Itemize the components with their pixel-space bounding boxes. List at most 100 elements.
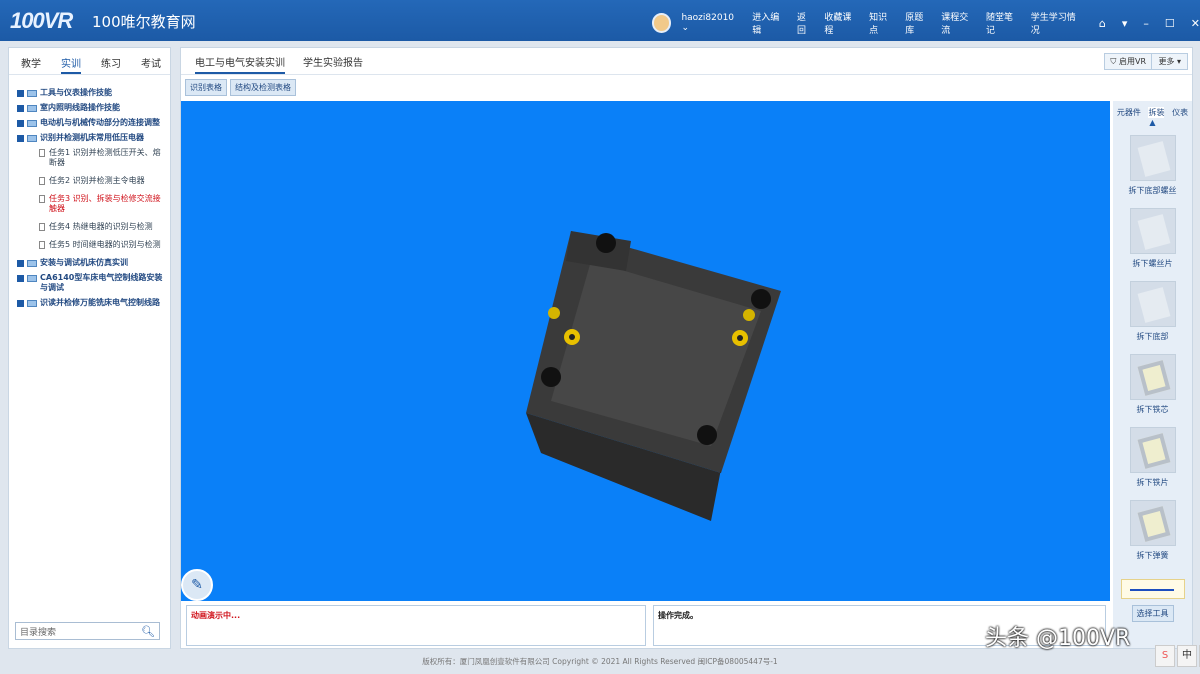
step-label: 拆下螺丝片: [1132, 259, 1173, 268]
enable-vr-button[interactable]: ⛉ 启用VR: [1104, 53, 1152, 70]
step-item[interactable]: 拆下螺丝片: [1113, 208, 1192, 269]
expand-icon[interactable]: [17, 105, 24, 112]
tree-node-label: 室内照明线路操作技能: [40, 103, 120, 112]
step-label: 拆下底部: [1136, 332, 1169, 341]
document-icon: [39, 149, 45, 157]
step-label: 拆下底部螺丝: [1128, 186, 1177, 195]
nav-questions[interactable]: 原题库: [905, 10, 931, 36]
step-item[interactable]: 拆下底部螺丝: [1113, 135, 1192, 196]
expand-icon[interactable]: [17, 300, 24, 307]
tree-node-label: 工具与仪表操作技能: [40, 88, 112, 97]
tree-node[interactable]: 识读并检修万能铣床电气控制线路: [17, 298, 164, 308]
dropdown-icon[interactable]: ▾: [1122, 17, 1128, 30]
side-tab-meters[interactable]: 仪表: [1172, 107, 1188, 118]
sogou-icon[interactable]: S: [1155, 645, 1175, 667]
side-tab-components[interactable]: 元器件: [1117, 107, 1141, 118]
expand-icon[interactable]: [17, 120, 24, 127]
step-item[interactable]: 拆下铁芯: [1113, 354, 1192, 415]
chinese-mode-icon[interactable]: 中: [1177, 645, 1197, 667]
nav-discussion[interactable]: 课程交流: [941, 10, 976, 36]
tree-node-label: 电动机与机械传动部分的连接调整: [40, 118, 160, 127]
vr-label: 启用VR: [1118, 57, 1146, 66]
step-thumbnail: [1129, 354, 1176, 400]
collapse-icon[interactable]: [17, 135, 24, 142]
step-label: 拆下弹簧: [1136, 551, 1169, 560]
footer-copyright: 版权所有：厦门凤凰创壹软件有限公司 Copyright © 2021 All R…: [422, 657, 778, 666]
step-item[interactable]: 拆下弹簧: [1113, 500, 1192, 561]
tab-teaching[interactable]: 教学: [21, 55, 41, 74]
side-tab-disassembly[interactable]: 拆装: [1148, 107, 1165, 118]
tree-leaf[interactable]: 任务1 识别并检测低压开关、熔断器: [39, 148, 164, 168]
course-tree: 工具与仪表操作技能 室内照明线路操作技能 电动机与机械传动部分的连接调整 识别并…: [9, 75, 170, 308]
tab-practice[interactable]: 练习: [101, 55, 121, 74]
step-item[interactable]: 拆下底部: [1113, 281, 1192, 342]
tree-leaf[interactable]: 任务4 热继电器的识别与检测: [39, 222, 164, 232]
document-icon: [39, 177, 45, 185]
maximize-icon[interactable]: ☐: [1165, 17, 1175, 30]
expand-icon[interactable]: [17, 260, 24, 267]
step-thumbnail: [1129, 281, 1176, 327]
nav-notes[interactable]: 随堂笔记: [986, 10, 1021, 36]
site-name: 100唯尔教育网: [92, 13, 196, 31]
tree-leaf[interactable]: 任务2 识别并检测主令电器: [39, 176, 164, 186]
nav-edit[interactable]: 进入编辑: [752, 10, 787, 36]
tree-leaf-label: 任务5 时间继电器的识别与检测: [49, 240, 161, 249]
tree-leaf-label: 任务3 识别、拆装与检修交流接触器: [49, 194, 161, 213]
tree-leaf-label: 任务4 热继电器的识别与检测: [49, 222, 153, 231]
screwdriver-tool-icon[interactable]: [1120, 579, 1185, 599]
tree-node[interactable]: CA6140型车床电气控制线路安装与调试: [17, 273, 164, 293]
folder-icon: [27, 90, 37, 97]
tab-lab-report[interactable]: 学生实验报告: [303, 54, 363, 74]
avatar[interactable]: [652, 13, 672, 33]
contactor-3d-model[interactable]: [181, 101, 1110, 601]
folder-icon: [27, 300, 37, 307]
scroll-up-icon[interactable]: ▲: [1113, 118, 1192, 127]
tree-node[interactable]: 电动机与机械传动部分的连接调整: [17, 118, 164, 128]
step-thumbnail: [1129, 208, 1176, 254]
username-menu[interactable]: haozi82010 ⌄: [681, 13, 742, 33]
tree-node-label: CA6140型车床电气控制线路安装与调试: [40, 273, 163, 292]
tree-leaf[interactable]: 任务5 时间继电器的识别与检测: [39, 240, 164, 250]
step-item[interactable]: 拆下铁片: [1113, 427, 1192, 488]
pen-tool-icon[interactable]: ✎: [181, 569, 213, 601]
step-thumbnail: [1129, 500, 1176, 546]
parts-sidebar: 元器件 拆装 仪表 ▲ 拆下底部螺丝 拆下螺丝片 拆下底部 拆下铁芯 拆下铁片 …: [1113, 101, 1192, 648]
step-label: 拆下铁芯: [1136, 405, 1169, 414]
tree-node-label: 识读并检修万能铣床电气控制线路: [40, 298, 160, 307]
tree-node[interactable]: 安装与调试机床仿真实训: [17, 258, 164, 268]
tab-training[interactable]: 实训: [61, 55, 81, 74]
tree-leaf-selected[interactable]: 任务3 识别、拆装与检修交流接触器: [39, 194, 164, 214]
minimize-icon[interactable]: –: [1143, 17, 1149, 30]
tree-node-label: 识别并检测机床常用低压电器: [40, 133, 144, 142]
watermark: 头条 @100VR: [985, 626, 1131, 651]
expand-icon[interactable]: [17, 90, 24, 97]
expand-icon[interactable]: [17, 275, 24, 282]
app-header: 100VR 100唯尔教育网 haozi82010 ⌄ 进入编辑 返回 收藏课程…: [0, 0, 1200, 41]
tree-node[interactable]: 室内照明线路操作技能: [17, 103, 164, 113]
tree-node[interactable]: 识别并检测机床常用低压电器: [17, 133, 164, 143]
document-icon: [39, 195, 45, 203]
document-icon: [39, 241, 45, 249]
nav-student-progress[interactable]: 学生学习情况: [1031, 10, 1083, 36]
close-icon[interactable]: ✕: [1191, 17, 1200, 30]
subtab-structure-table[interactable]: 结构及检测表格: [230, 79, 296, 96]
left-panel: 教学 实训 练习 考试 工具与仪表操作技能 室内照明线路操作技能 电动机与机械传…: [8, 47, 171, 649]
folder-icon: [27, 120, 37, 127]
ime-toolbar: S 中 ☽: [1155, 645, 1200, 667]
main-panel: 电工与电气安装实训 学生实验报告 ⛉ 启用VR 更多 ▾ 识别表格 结构及检测表…: [180, 47, 1193, 649]
nav-favorite[interactable]: 收藏课程: [824, 10, 859, 36]
tree-node[interactable]: 工具与仪表操作技能: [17, 88, 164, 98]
nav-knowledge[interactable]: 知识点: [869, 10, 895, 36]
home-icon[interactable]: ⌂: [1099, 17, 1106, 30]
document-icon: [39, 223, 45, 231]
catalog-search-input[interactable]: 目录搜索 🔍︎: [15, 622, 160, 640]
subtab-identify-table[interactable]: 识别表格: [185, 79, 227, 96]
tab-electrical-training[interactable]: 电工与电气安装实训: [195, 54, 285, 74]
more-button[interactable]: 更多 ▾: [1151, 53, 1188, 70]
search-icon[interactable]: 🔍︎: [141, 625, 155, 638]
select-tool-button[interactable]: 选择工具: [1131, 605, 1174, 622]
tab-exam[interactable]: 考试: [141, 55, 161, 74]
step-label: 拆下铁片: [1136, 478, 1169, 487]
nav-back[interactable]: 返回: [797, 10, 814, 36]
3d-viewport[interactable]: ✎: [181, 101, 1110, 601]
